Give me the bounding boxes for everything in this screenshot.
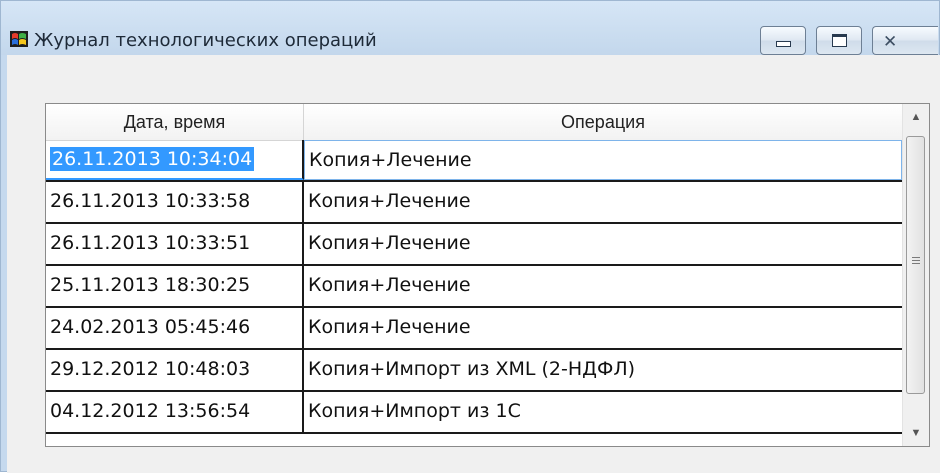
scroll-up-icon[interactable]: ▲ (903, 104, 929, 130)
cell-operation[interactable]: Копия+Импорт из 1С (304, 392, 902, 432)
table-row[interactable]: 24.02.2013 05:45:46 Копия+Лечение (46, 308, 902, 350)
grip-line (912, 260, 920, 261)
cell-date[interactable]: 25.11.2013 18:30:25 (46, 266, 304, 306)
column-header-date[interactable]: Дата, время (46, 104, 304, 140)
operations-grid[interactable]: Дата, время Операция 26.11.2013 10:34:04… (45, 103, 930, 447)
vertical-scrollbar[interactable]: ▲ ▼ (902, 104, 929, 446)
minimize-button[interactable] (760, 26, 806, 55)
cell-operation[interactable]: Копия+Импорт из XML (2-НДФЛ) (304, 350, 902, 390)
cell-date[interactable]: 26.11.2013 10:33:51 (46, 224, 304, 264)
cell-date[interactable]: 24.02.2013 05:45:46 (46, 308, 304, 348)
scroll-down-icon[interactable]: ▼ (903, 420, 929, 446)
cell-operation[interactable]: Копия+Лечение (304, 308, 902, 348)
maximize-icon (832, 34, 847, 47)
window-title: Журнал технологических операций (34, 30, 377, 51)
column-header-operation[interactable]: Операция (304, 104, 902, 140)
maximize-button[interactable] (816, 26, 862, 55)
app-icon (10, 31, 28, 47)
grip-line (912, 257, 920, 258)
cell-date[interactable]: 29.12.2012 10:48:03 (46, 350, 304, 390)
cell-date[interactable]: 26.11.2013 10:33:58 (46, 182, 304, 222)
cell-operation[interactable]: Копия+Лечение (304, 182, 902, 222)
close-icon: ✕ (883, 32, 898, 52)
cell-operation[interactable]: Копия+Лечение (304, 140, 902, 180)
client-area: Дата, время Операция 26.11.2013 10:34:04… (7, 55, 940, 473)
grip-line (912, 263, 920, 264)
table-row[interactable]: 04.12.2012 13:56:54 Копия+Импорт из 1С (46, 392, 902, 434)
title-bar[interactable]: Журнал технологических операций ✕ (1, 1, 939, 55)
cell-date[interactable]: 26.11.2013 10:34:04 (46, 140, 304, 180)
cell-date-text: 26.11.2013 10:34:04 (50, 147, 255, 171)
app-window: Журнал технологических операций ✕ Дата, … (0, 0, 940, 473)
table-row[interactable]: 25.11.2013 18:30:25 Копия+Лечение (46, 266, 902, 308)
table-row[interactable]: 26.11.2013 10:34:04 Копия+Лечение (46, 140, 902, 182)
table-row[interactable]: 26.11.2013 10:33:58 Копия+Лечение (46, 182, 902, 224)
cell-date[interactable]: 04.12.2012 13:56:54 (46, 392, 304, 432)
minimize-icon (776, 41, 791, 47)
close-button[interactable]: ✕ (872, 26, 938, 55)
cell-operation[interactable]: Копия+Лечение (304, 224, 902, 264)
grid-rows: 26.11.2013 10:34:04 Копия+Лечение 26.11.… (46, 140, 902, 434)
table-row[interactable]: 26.11.2013 10:33:51 Копия+Лечение (46, 224, 902, 266)
table-row[interactable]: 29.12.2012 10:48:03 Копия+Импорт из XML … (46, 350, 902, 392)
cell-operation[interactable]: Копия+Лечение (304, 266, 902, 306)
grid-header: Дата, время Операция (46, 104, 902, 141)
scroll-thumb[interactable] (906, 136, 925, 394)
